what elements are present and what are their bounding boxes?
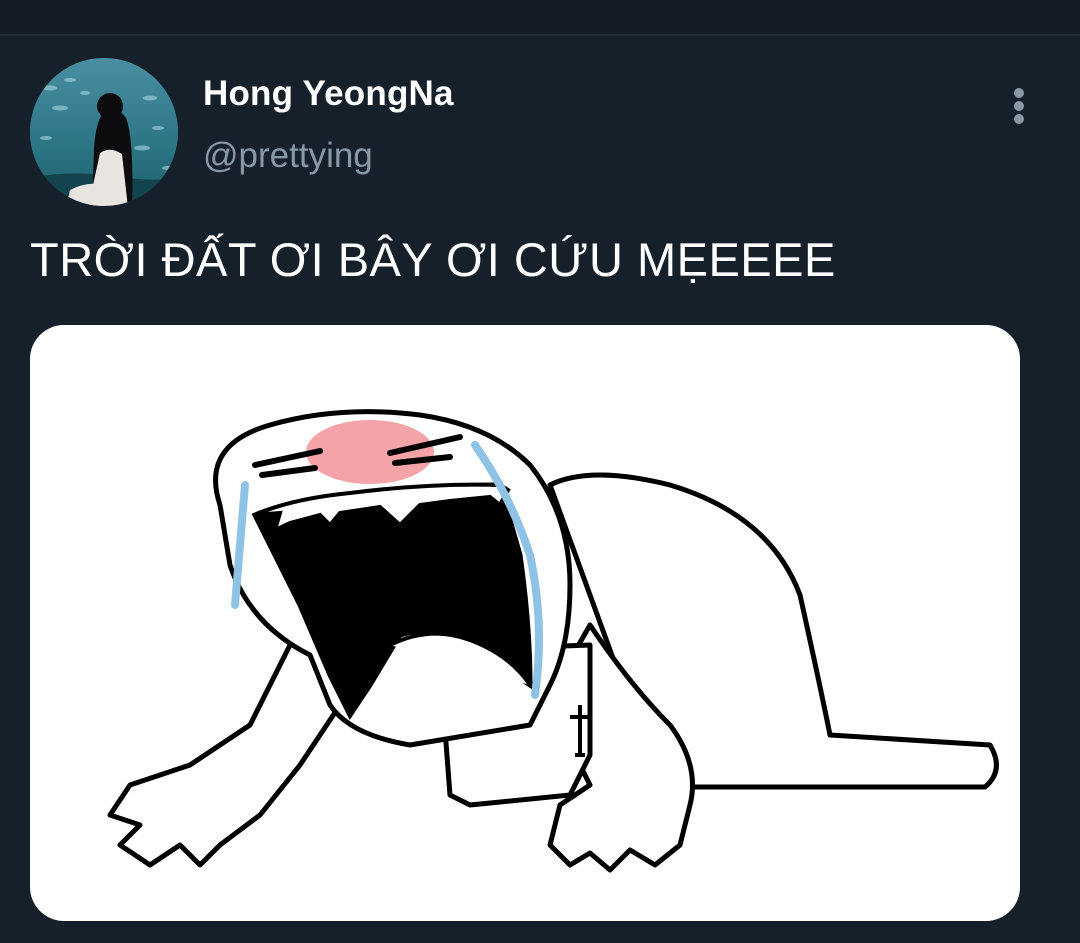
crying-meme-drawing xyxy=(107,409,999,873)
tweet-card[interactable]: Hong YeongNa @prettying TRỜI ĐẤT ƠI BÂY … xyxy=(0,36,1080,943)
more-vertical-icon[interactable] xyxy=(1000,84,1040,132)
display-name[interactable]: Hong YeongNa xyxy=(203,74,454,114)
top-bar xyxy=(0,0,1080,36)
tweet-media-image[interactable] xyxy=(30,325,1020,921)
user-handle[interactable]: @prettying xyxy=(203,136,373,176)
profile-avatar-image xyxy=(30,58,178,206)
tweet-text: TRỜI ĐẤT ƠI BÂY ƠI CỨU MẸEEEE xyxy=(30,233,836,286)
avatar[interactable] xyxy=(30,58,178,206)
